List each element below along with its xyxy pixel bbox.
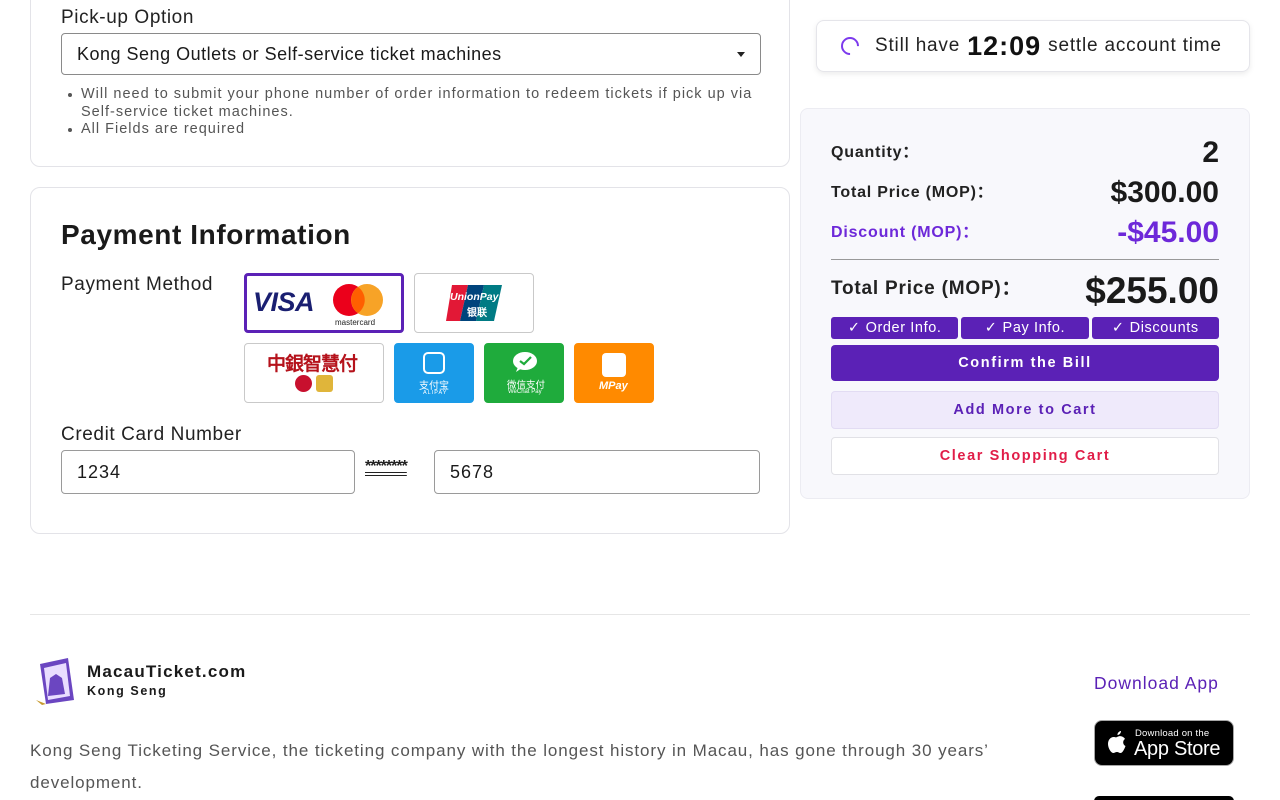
pickup-select[interactable]: Kong Seng Outlets or Self-service ticket… [61, 33, 761, 75]
payment-card: Payment Information Payment Method VISA … [30, 187, 790, 534]
step-discounts: ✓ Discounts [1091, 317, 1219, 339]
boc-logo-label: 中銀智慧付 [267, 353, 358, 375]
payment-option-boc[interactable]: 中銀智慧付 [244, 343, 384, 403]
add-more-button[interactable]: Add More to Cart [831, 391, 1219, 429]
card-number-label: Credit Card Number [61, 424, 242, 445]
wechat-logo-icon [513, 352, 537, 372]
card-number-last-input[interactable]: 5678 [434, 450, 760, 494]
wechat-en-label: WeChat Pay [508, 389, 542, 395]
alipay-en-label: ALIPAY [423, 390, 448, 396]
total-label: Total Price (MOP)： [831, 184, 994, 201]
check-icon: ✓ [847, 320, 861, 336]
card-number-first-input[interactable]: 1234 [61, 450, 355, 494]
step-label: Order Info. [865, 320, 942, 336]
timer-prefix: Still have [875, 35, 961, 56]
spinner-icon [837, 33, 863, 59]
check-icon: ✓ [984, 320, 998, 336]
total-value: $300.00 [1110, 176, 1219, 209]
summary-divider [831, 259, 1219, 260]
payment-option-visa-mastercard[interactable]: VISA mastercard [244, 273, 404, 333]
macauticket-logo-icon[interactable] [34, 656, 78, 706]
timer-countdown: 12:09 [967, 30, 1042, 61]
order-summary: Quantity： 2 Total Price (MOP)： $300.00 D… [800, 108, 1250, 499]
brand-name: MacauTicket.com [87, 662, 247, 681]
pickup-card: Pick-up Option Kong Seng Outlets or Self… [30, 0, 790, 167]
settle-timer: Still have 12:09 settle account time [816, 20, 1250, 72]
footer-divider [30, 614, 1250, 615]
payment-title: Payment Information [61, 219, 351, 250]
confirm-bill-button[interactable]: Confirm the Bill [831, 345, 1219, 381]
discount-label: Discount (MOP)： [831, 224, 979, 241]
payment-option-wechat[interactable]: 微信支付 WeChat Pay [484, 343, 564, 403]
step-order-info: ✓ Order Info. [831, 317, 959, 339]
payment-option-alipay[interactable]: 支付宝 ALIPAY [394, 343, 474, 403]
download-app-link[interactable]: Download App [1094, 673, 1219, 694]
alipay-logo-icon [423, 352, 445, 374]
quantity-label: Quantity： [831, 144, 920, 161]
boc-bank-icon [295, 375, 312, 392]
card-number-mask: ******** [365, 458, 408, 475]
final-total-label: Total Price (MOP)： [831, 278, 1022, 299]
step-label: Discounts [1129, 320, 1199, 336]
pickup-label: Pick-up Option [61, 7, 195, 28]
payment-option-mpay[interactable]: MPay [574, 343, 654, 403]
pickup-notes: Will need to submit your phone number of… [67, 86, 757, 139]
unionpay-label: UnionPay [450, 291, 499, 303]
final-total-value: $255.00 [1085, 270, 1219, 311]
check-icon: ✓ [1111, 320, 1125, 336]
boc-seal-icon [316, 375, 333, 392]
mastercard-label: mastercard [335, 318, 376, 327]
app-store-button[interactable]: Download on the App Store [1094, 720, 1234, 766]
chevron-down-icon [737, 51, 745, 57]
quantity-value: 2 [1202, 136, 1219, 169]
google-play-button[interactable] [1094, 796, 1234, 800]
mpay-logo-icon [602, 353, 626, 377]
about-text: Kong Seng Ticketing Service, the ticketi… [30, 741, 989, 792]
mpay-label: MPay [599, 380, 628, 392]
clear-cart-button[interactable]: Clear Shopping Cart [831, 437, 1219, 475]
pickup-selected-value: Kong Seng Outlets or Self-service ticket… [77, 43, 502, 64]
mastercard-logo-icon [333, 284, 383, 316]
pickup-note: All Fields are required [67, 121, 757, 139]
unionpay-cn-label: 银联 [467, 308, 487, 319]
step-pay-info: ✓ Pay Info. [961, 317, 1089, 339]
timer-suffix: settle account time [1048, 35, 1222, 56]
step-label: Pay Info. [1002, 320, 1066, 336]
payment-option-unionpay[interactable]: UnionPay 银联 [414, 273, 534, 333]
discount-value: -$45.00 [1117, 216, 1219, 249]
app-store-big-text: App Store [1134, 738, 1221, 760]
pickup-note: Will need to submit your phone number of… [67, 86, 757, 121]
payment-method-label: Payment Method [61, 274, 214, 295]
progress-steps: ✓ Order Info. ✓ Pay Info. ✓ Discounts [831, 317, 1219, 339]
brand-sub: Kong Seng [87, 684, 168, 698]
visa-logo-icon: VISA [253, 287, 315, 317]
apple-icon [1108, 731, 1126, 753]
